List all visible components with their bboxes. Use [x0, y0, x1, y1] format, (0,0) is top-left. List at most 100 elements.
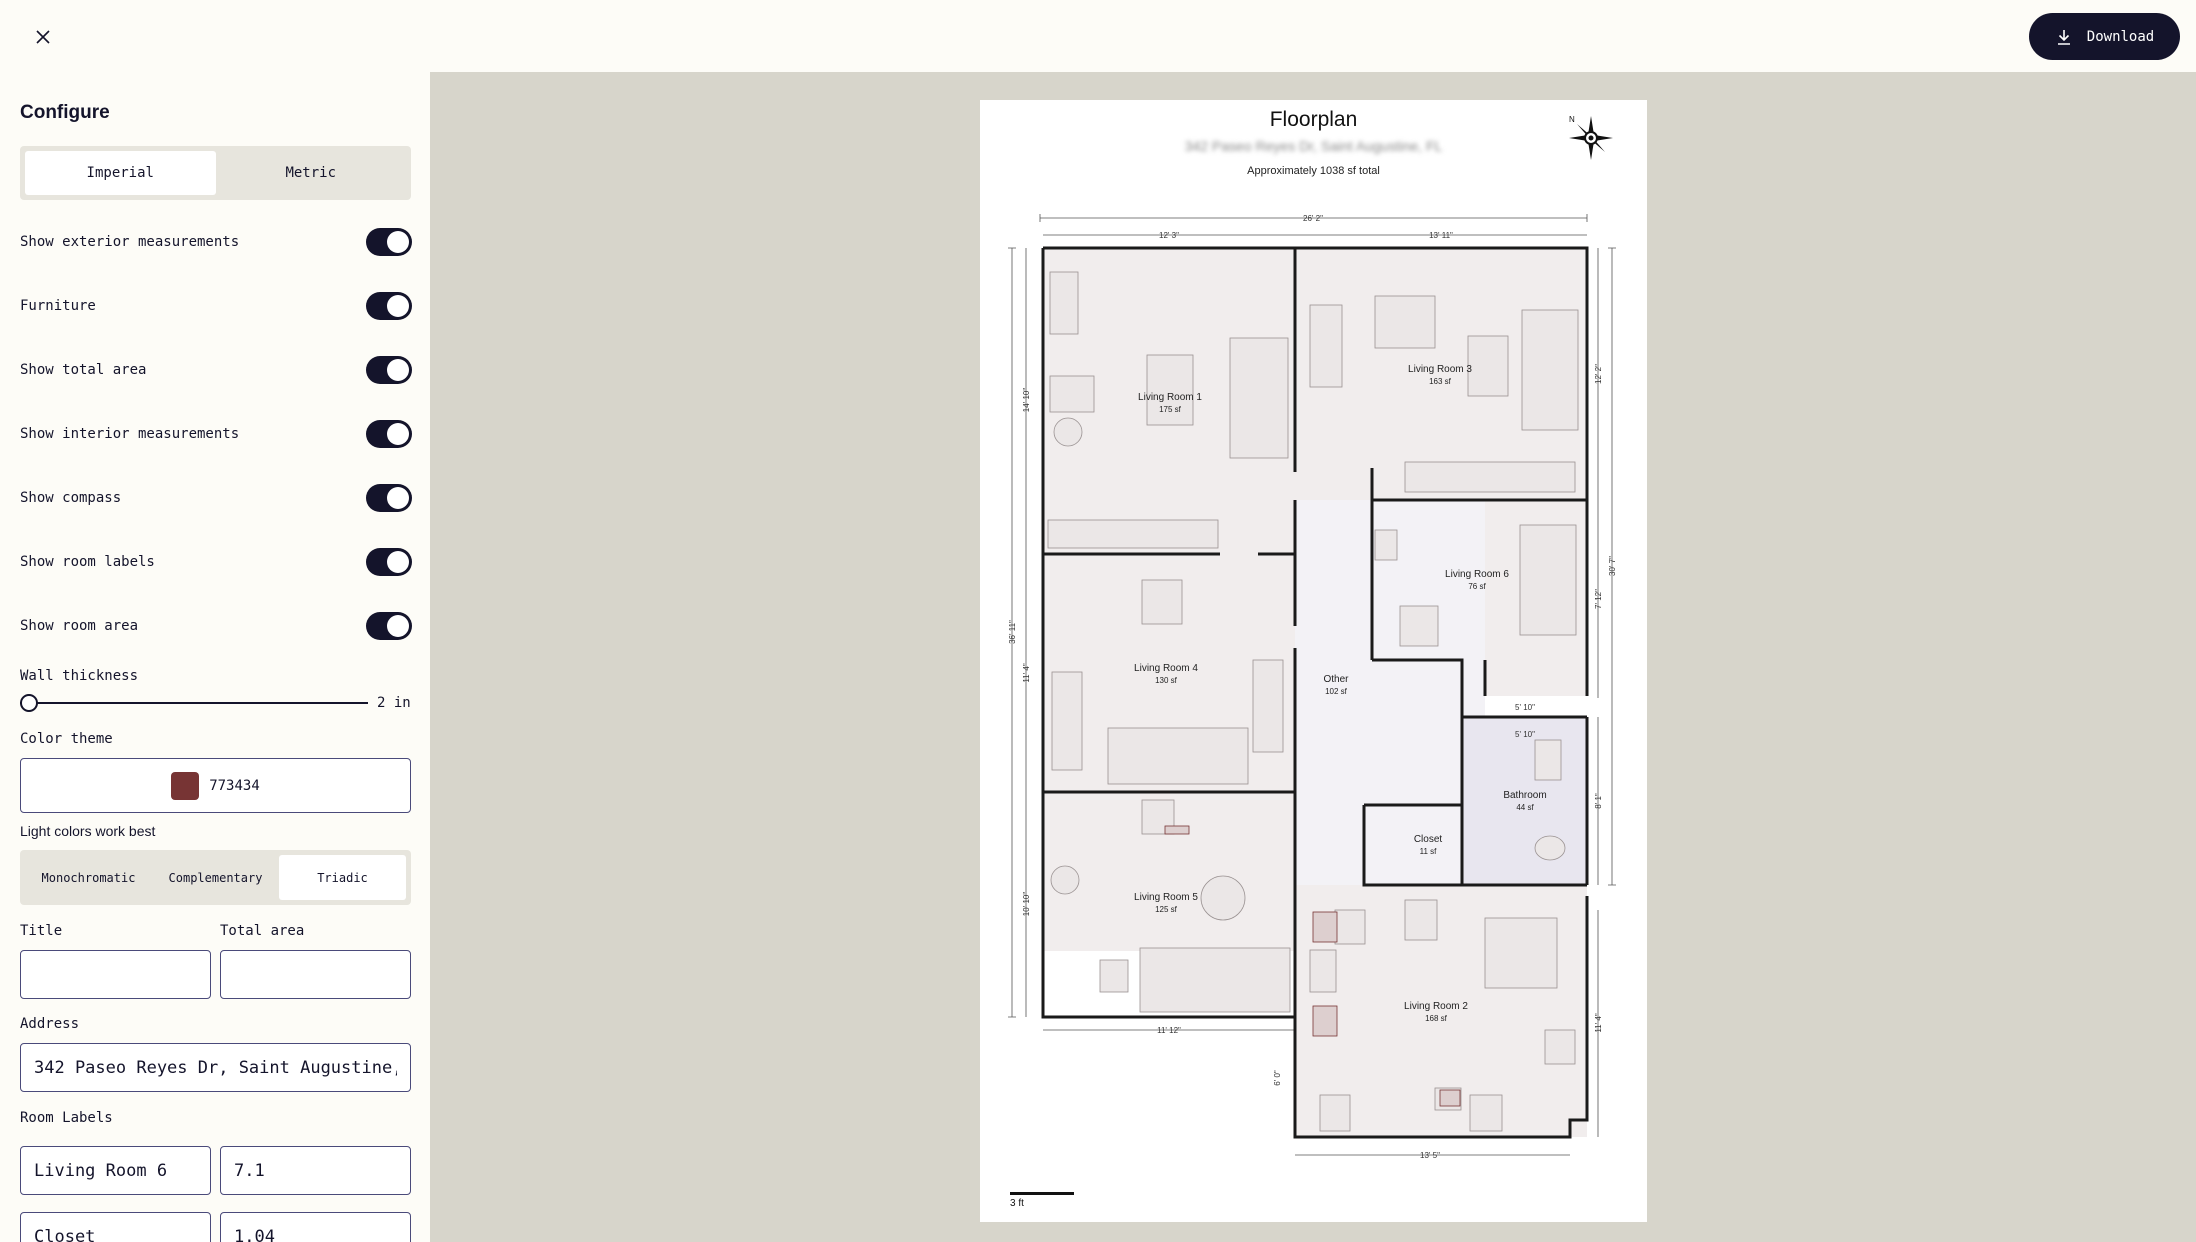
toggle-room-labels: Show room labels: [20, 547, 412, 577]
toggle-knob: [387, 295, 409, 317]
furniture-item: [1309, 949, 1337, 993]
room-area: 11 sf: [1420, 847, 1438, 856]
room-name: Living Room 5: [1134, 892, 1198, 903]
dim-label: 7' 12": [1594, 589, 1603, 609]
furniture-item: [1521, 309, 1579, 431]
furniture-item: [1139, 947, 1291, 1013]
furniture-item: [1534, 739, 1562, 781]
furniture-item: [1049, 271, 1079, 335]
room-fill: [1043, 248, 1295, 724]
toggle-label: Show room labels: [20, 554, 155, 570]
close-icon: [36, 30, 50, 44]
toggle-switch[interactable]: [366, 356, 412, 384]
toggle-room-area: Show room area: [20, 611, 412, 641]
unit-option-imperial[interactable]: Imperial: [25, 151, 216, 195]
furniture-item: [1051, 671, 1083, 771]
furniture-item: [1467, 335, 1509, 397]
toggle-switch[interactable]: [366, 484, 412, 512]
palette-option-monochromatic[interactable]: Monochromatic: [25, 855, 152, 900]
room-label-name-input[interactable]: [20, 1212, 211, 1242]
dim-label: 36' 11": [1008, 620, 1017, 644]
dim-label: 14' 10": [1022, 388, 1031, 413]
accent-item: [1312, 911, 1338, 943]
toggle-switch[interactable]: [366, 548, 412, 576]
toggle-switch[interactable]: [366, 228, 412, 256]
dim-label: 11' 4": [1022, 663, 1031, 683]
total-area-input[interactable]: [220, 950, 411, 999]
accent-item: [1164, 825, 1190, 835]
palette-option-complementary[interactable]: Complementary: [152, 855, 279, 900]
color-theme-label: Color theme: [20, 731, 113, 747]
furniture-item: [1047, 519, 1219, 549]
room-label-value-input[interactable]: [220, 1212, 411, 1242]
toggle-compass: Show compass: [20, 483, 412, 513]
toggle-label: Show exterior measurements: [20, 234, 240, 250]
furniture-item: [1469, 1094, 1503, 1132]
furniture-item: [1404, 899, 1438, 941]
furniture-item: [1374, 295, 1436, 349]
color-swatch: [171, 771, 200, 800]
preview-canvas: Living Room 1 175 sf Living Room 3 163 s…: [430, 72, 2196, 1242]
unit-option-metric[interactable]: Metric: [216, 151, 407, 195]
scale-label: 3 ft: [1010, 1198, 1024, 1209]
furniture-item: [1484, 917, 1558, 989]
toggle-switch[interactable]: [366, 612, 412, 640]
toggle-label: Furniture: [20, 298, 96, 314]
wall-thickness-value: 2 in: [377, 695, 411, 711]
furniture-item: [1374, 529, 1398, 561]
color-theme-field[interactable]: 773434: [20, 758, 411, 813]
furniture-item: [1049, 375, 1095, 413]
slider-thumb[interactable]: [20, 694, 38, 712]
furniture-item: [1334, 909, 1366, 945]
room-name: Living Room 1: [1138, 392, 1202, 403]
toggle-knob: [387, 615, 409, 637]
toggle-label: Show room area: [20, 618, 139, 634]
floorplan-drawing: Living Room 1 175 sf Living Room 3 163 s…: [1008, 214, 1617, 1160]
toggle-switch[interactable]: [366, 420, 412, 448]
room-name: Bathroom: [1503, 790, 1546, 801]
room-area: 175 sf: [1159, 405, 1182, 414]
dim-label: 10' 10": [1022, 892, 1031, 917]
toggle-label: Show total area: [20, 362, 147, 378]
dim-label: 12' 2": [1594, 364, 1603, 384]
dim-label: 5' 10": [1515, 730, 1535, 739]
furniture-item: [1053, 417, 1083, 447]
furniture-item: [1319, 1094, 1351, 1132]
address-input[interactable]: [20, 1043, 411, 1092]
dim-label: 26' 2": [1303, 214, 1323, 223]
room-name: Living Room 2: [1404, 1001, 1468, 1012]
dim-label: 8' 1": [1594, 793, 1603, 809]
room-label-name-input[interactable]: [20, 1146, 211, 1195]
toggle-knob: [387, 487, 409, 509]
top-bar: Download: [0, 0, 2196, 72]
total-area-label: Total area: [220, 923, 305, 939]
wall-thickness-label: Wall thickness: [20, 668, 139, 684]
furniture-item: [1099, 959, 1129, 993]
dim-label: 6' 0": [1273, 1070, 1282, 1086]
floorplan-page: Living Room 1 175 sf Living Room 3 163 s…: [980, 100, 1647, 1222]
furniture-item: [1534, 835, 1566, 861]
toggle-knob: [387, 359, 409, 381]
furniture-item: [1050, 865, 1080, 895]
room-name: Closet: [1414, 834, 1443, 845]
wall-thickness-slider[interactable]: [20, 694, 368, 712]
color-hint: Light colors work best: [20, 823, 156, 839]
title-input[interactable]: [20, 950, 211, 999]
close-button[interactable]: [28, 22, 58, 52]
toggle-switch[interactable]: [366, 292, 412, 320]
room-label-value-input[interactable]: [220, 1146, 411, 1195]
configure-sidebar: Configure Imperial Metric Show exterior …: [0, 72, 430, 1242]
download-button[interactable]: Download: [2029, 13, 2180, 60]
palette-option-triadic[interactable]: Triadic: [279, 855, 406, 900]
dim-label: 30' 7": [1608, 556, 1617, 576]
palette-toggle: Monochromatic Complementary Triadic: [20, 850, 411, 905]
compass-icon: N: [1569, 115, 1613, 160]
dim-label: 12' 3": [1159, 231, 1179, 240]
sidebar-title: Configure: [20, 102, 110, 123]
dim-label: 5' 10": [1515, 703, 1535, 712]
furniture-item: [1146, 354, 1194, 426]
room-area: 125 sf: [1155, 905, 1178, 914]
room-name: Living Room 4: [1134, 663, 1198, 674]
floorplan-total-area: Approximately 1038 sf total: [1247, 165, 1380, 177]
room-name: Living Room 6: [1445, 569, 1509, 580]
